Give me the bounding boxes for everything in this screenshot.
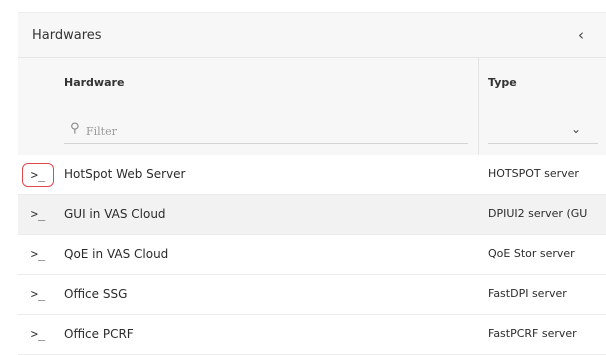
table-row[interactable]: >_ Office PCRF FastPCRF server — [18, 315, 606, 355]
table-row[interactable]: >_ Office SSG FastDPI server — [18, 275, 606, 315]
panel-title: Hardwares — [32, 28, 102, 43]
column-divider[interactable] — [478, 58, 479, 155]
terminal-icon[interactable]: >_ — [22, 323, 54, 347]
hardware-cell[interactable]: Office SSG — [64, 287, 127, 301]
type-cell: FastPCRF server — [488, 327, 577, 340]
type-cell: HOTSPOT server — [488, 167, 579, 180]
terminal-icon[interactable]: >_ — [22, 283, 54, 307]
terminal-icon[interactable]: >_ — [22, 243, 54, 267]
hardware-cell[interactable]: QoE in VAS Cloud — [64, 247, 168, 261]
chevron-left-icon[interactable]: ‹ — [573, 27, 589, 43]
terminal-icon[interactable]: >_ — [22, 163, 54, 187]
type-cell: QoE Stor server — [488, 247, 575, 260]
table-row[interactable]: >_ GUI in VAS Cloud DPIUI2 server (GU — [18, 195, 606, 235]
type-cell: DPIUI2 server (GU — [488, 207, 588, 220]
panel-header: Hardwares ‹ — [18, 13, 606, 58]
hardware-cell[interactable]: Office PCRF — [64, 327, 134, 341]
type-cell: FastDPI server — [488, 287, 567, 300]
hardware-cell[interactable]: GUI in VAS Cloud — [64, 207, 166, 221]
table-row[interactable]: >_ HotSpot Web Server HOTSPOT server — [18, 155, 606, 195]
hardware-cell[interactable]: HotSpot Web Server — [64, 167, 186, 181]
column-header-type[interactable]: Type — [488, 76, 517, 89]
type-filter-select[interactable]: ⌄ — [488, 120, 598, 144]
table-header: Hardware Type ⚲ ⌄ — [18, 58, 606, 155]
column-header-hardware[interactable]: Hardware — [64, 76, 124, 89]
chevron-down-icon: ⌄ — [571, 122, 582, 136]
hardware-filter[interactable]: ⚲ — [64, 120, 468, 144]
search-icon: ⚲ — [70, 121, 80, 136]
terminal-icon[interactable]: >_ — [22, 203, 54, 227]
hardware-filter-input[interactable] — [86, 120, 456, 142]
table-row[interactable]: >_ QoE in VAS Cloud QoE Stor server — [18, 235, 606, 275]
